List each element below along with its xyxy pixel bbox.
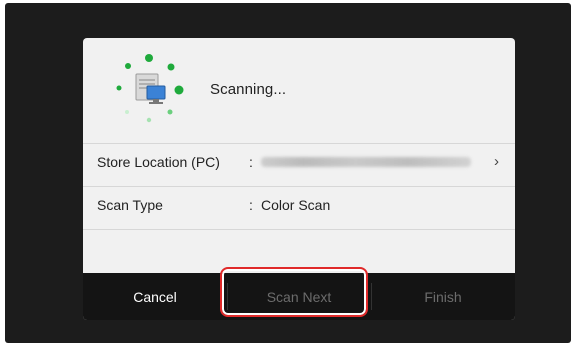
chevron-right-icon[interactable]: › <box>494 153 499 170</box>
store-location-label: Store Location (PC) <box>97 154 220 170</box>
device-screen: Scanning... Store Location (PC) : › Scan… <box>5 3 571 343</box>
cancel-button[interactable]: Cancel <box>83 273 227 320</box>
scan-type-value: Color Scan <box>261 197 331 213</box>
store-location-row[interactable]: Store Location (PC) : › <box>83 143 515 181</box>
store-location-colon: : <box>249 154 253 170</box>
scan-type-label: Scan Type <box>97 197 163 213</box>
button-bar: Cancel Scan Next Finish <box>83 273 515 320</box>
store-location-value-redacted <box>261 157 471 167</box>
scan-type-colon: : <box>249 197 253 213</box>
empty-row <box>83 229 515 272</box>
scanning-animation-icon <box>116 54 184 123</box>
scan-type-row: Scan Type : Color Scan <box>83 186 515 224</box>
finish-button[interactable]: Finish <box>371 273 515 320</box>
scan-next-button[interactable]: Scan Next <box>227 273 371 320</box>
scanning-status-text: Scanning... <box>210 81 287 98</box>
status-area: Scanning... <box>83 38 515 138</box>
scanning-dialog: Scanning... Store Location (PC) : › Scan… <box>83 38 515 320</box>
